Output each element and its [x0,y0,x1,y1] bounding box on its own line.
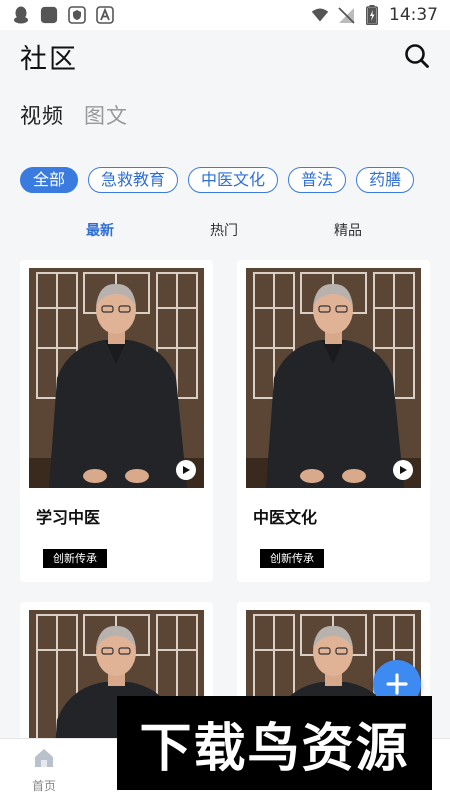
chip-medicinal-diet[interactable]: 药膳 [356,167,415,193]
header: 社区 [0,30,450,82]
play-button[interactable] [393,460,413,480]
video-thumbnail [29,268,204,488]
no-signal-icon [337,6,355,24]
clock: 14:37 [389,5,438,25]
card-title: 学习中医 [36,508,101,527]
watermark-text: 下载鸟资源 [139,718,410,779]
sort-featured[interactable]: 精品 [334,220,362,240]
play-icon [400,466,407,474]
chip-law[interactable]: 普法 [288,167,347,193]
status-right: 14:37 [311,5,438,25]
video-card[interactable]: 中医文化 创新传承 [237,260,430,582]
chip-tcm-culture[interactable]: 中医文化 [188,167,279,193]
play-icon [183,466,190,474]
sort-tabs: 最新 热门 精品 [0,220,450,244]
wifi-icon [311,6,329,24]
card-tag: 创新传承 [43,549,107,568]
app-square-icon [40,6,58,24]
sort-popular[interactable]: 热门 [210,220,238,240]
chip-first-aid[interactable]: 急救教育 [88,167,179,193]
watermark: 下载鸟资源 [117,696,432,790]
chip-all[interactable]: 全部 [20,167,79,193]
video-thumbnail [246,268,421,488]
shield-icon [68,6,86,24]
status-bar: 14:37 [0,0,450,30]
page-title: 社区 [20,43,78,75]
battery-charging-icon [363,5,381,25]
plus-icon [386,673,408,695]
video-card[interactable]: 学习中医 创新传承 [20,260,213,582]
nav-item-home[interactable]: 首页 [14,747,74,794]
a-app-icon [96,6,114,24]
tab-video[interactable]: 视频 [20,100,64,130]
search-icon [405,44,429,68]
search-button[interactable] [402,41,432,71]
sort-latest[interactable]: 最新 [86,220,114,240]
card-title: 中医文化 [253,508,318,527]
home-icon [35,749,53,767]
content-type-tabs: 视频 图文 [20,100,128,130]
category-chips: 全部 急救教育 中医文化 普法 药膳 [20,167,430,195]
nav-label-home: 首页 [31,779,56,793]
qq-penguin-icon [12,6,30,24]
play-button[interactable] [176,460,196,480]
status-left [12,6,114,24]
card-tag: 创新传承 [260,549,324,568]
tab-image-text[interactable]: 图文 [84,100,128,130]
